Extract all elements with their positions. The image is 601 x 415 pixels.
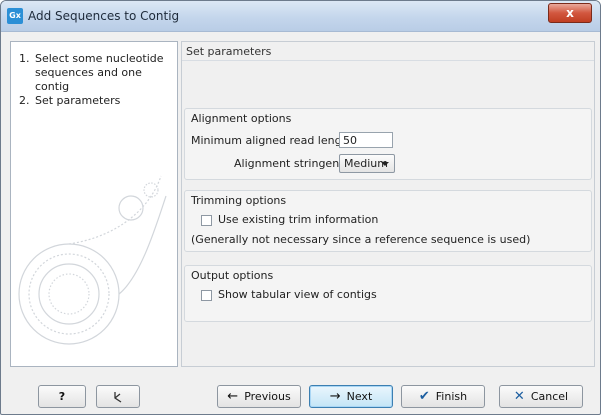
step-1-label: Select some nucleotide sequences and one…	[35, 52, 164, 93]
trimming-note: (Generally not necessary since a referen…	[191, 233, 531, 246]
help-button[interactable]: ?	[38, 385, 86, 408]
use-trim-checkbox[interactable]	[201, 215, 212, 226]
cancel-button[interactable]: ✕ Cancel	[499, 385, 583, 408]
tabular-view-label[interactable]: Show tabular view of contigs	[218, 288, 377, 301]
dialog-window: Gx Add Sequences to Contig x 1. Select so…	[0, 0, 601, 415]
reset-button[interactable]	[96, 385, 140, 408]
decorative-spiral-logo	[18, 175, 167, 345]
chevron-down-icon	[381, 162, 389, 166]
divider	[182, 60, 594, 61]
alignment-options-group: Alignment options Minimum aligned read l…	[184, 108, 592, 180]
x-icon: ✕	[513, 389, 525, 404]
step-2-label: Set parameters	[35, 94, 121, 107]
min-read-length-label: Minimum aligned read length:	[191, 134, 357, 147]
alignment-options-title: Alignment options	[191, 112, 292, 125]
arrow-right-icon: →	[329, 389, 341, 404]
step-1[interactable]: 1. Select some nucleotide sequences and o…	[19, 52, 165, 94]
app-logo-icon: Gx	[7, 8, 23, 24]
alignment-stringency-label: Alignment stringency:	[234, 157, 355, 170]
close-button[interactable]: x	[548, 3, 592, 23]
next-button[interactable]: → Next	[309, 385, 393, 408]
output-options-group: Output options Show tabular view of cont…	[184, 265, 592, 322]
cancel-label: Cancel	[530, 390, 569, 403]
window-title: Add Sequences to Contig	[28, 9, 180, 23]
title-bar: Gx Add Sequences to Contig x	[1, 1, 600, 32]
close-icon: x	[566, 6, 574, 20]
previous-button[interactable]: ← Previous	[217, 385, 301, 408]
trimming-options-title: Trimming options	[191, 194, 287, 207]
parameters-panel: Set parameters Alignment options Minimum…	[181, 41, 595, 367]
previous-label: Previous	[244, 390, 291, 403]
min-read-length-input[interactable]: 50	[339, 132, 393, 148]
output-options-title: Output options	[191, 269, 274, 282]
trimming-options-group: Trimming options Use existing trim infor…	[184, 190, 592, 252]
finish-label: Finish	[435, 390, 468, 403]
step-1-number: 1.	[19, 52, 30, 65]
finish-button[interactable]: ✔ Finish	[401, 385, 485, 408]
panel-title: Set parameters	[186, 45, 272, 58]
reset-icon	[114, 391, 122, 403]
next-label: Next	[346, 390, 373, 403]
step-2-number: 2.	[19, 94, 30, 107]
use-trim-label[interactable]: Use existing trim information	[218, 213, 378, 226]
question-icon: ?	[58, 390, 66, 403]
alignment-stringency-select[interactable]: Medium	[339, 154, 395, 173]
step-2[interactable]: 2. Set parameters	[19, 94, 165, 108]
arrow-left-icon: ←	[227, 389, 239, 404]
tabular-view-checkbox[interactable]	[201, 290, 212, 301]
steps-panel: 1. Select some nucleotide sequences and o…	[10, 41, 178, 367]
checkmark-icon: ✔	[418, 389, 430, 404]
